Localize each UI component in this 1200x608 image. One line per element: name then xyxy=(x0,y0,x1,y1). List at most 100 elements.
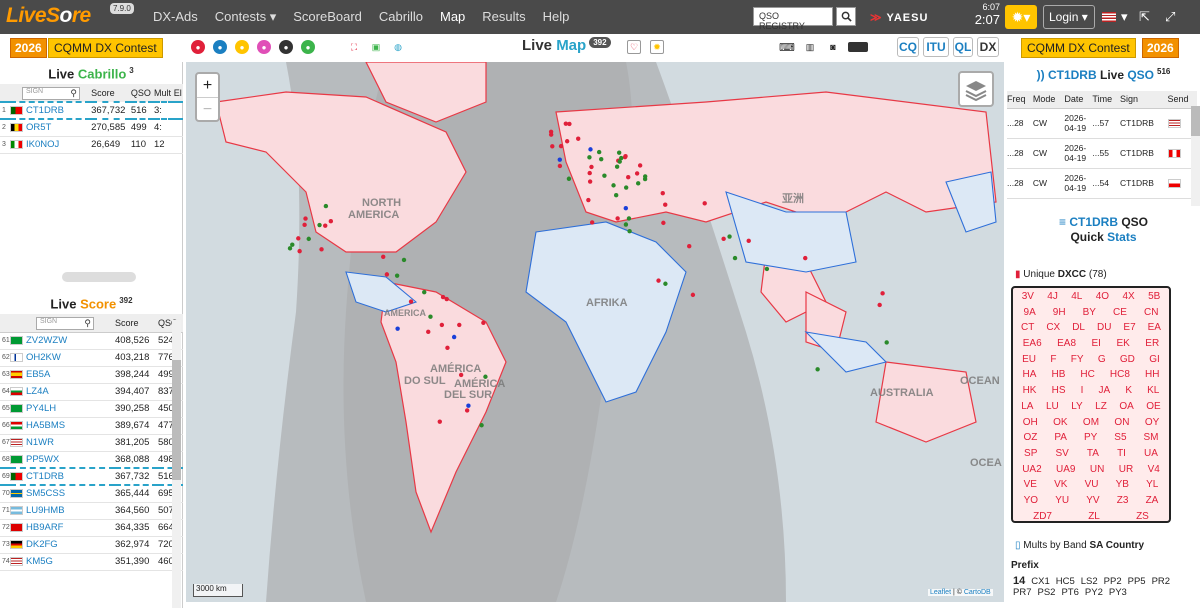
dxcc-entity[interactable]: K xyxy=(1125,385,1132,401)
table-row[interactable]: 63 EB5A 398,244 499 xyxy=(0,366,183,384)
station-marker[interactable] xyxy=(381,254,386,259)
globe-icon[interactable]: ◍ xyxy=(391,40,405,54)
station-marker[interactable] xyxy=(613,192,619,198)
qso-registry-input[interactable]: QSO REGISTRY xyxy=(753,7,833,31)
station-marker[interactable] xyxy=(663,202,668,207)
dxcc-entity[interactable]: ON xyxy=(1114,417,1129,433)
station-marker[interactable] xyxy=(626,174,631,180)
dxcc-entity[interactable]: FY xyxy=(1071,354,1084,370)
dxcc-entity[interactable]: Z3 xyxy=(1117,495,1129,511)
dxcc-entity[interactable]: OY xyxy=(1145,417,1159,433)
filter-green-icon[interactable]: ● xyxy=(301,40,315,54)
filter-blue-icon[interactable]: ● xyxy=(213,40,227,54)
menu-cabrillo[interactable]: Cabrillo xyxy=(379,9,423,25)
filter-pink-icon[interactable]: ● xyxy=(257,40,271,54)
dxcc-entity[interactable]: HA xyxy=(1023,369,1037,385)
cabrillo-sign-input[interactable]: SIGN ⚲ xyxy=(22,87,80,100)
contest-name-left[interactable]: CQMM DX Contest xyxy=(48,38,163,58)
station-marker[interactable] xyxy=(567,121,572,127)
station-marker[interactable] xyxy=(803,255,808,261)
dxcc-entity[interactable]: CN xyxy=(1144,307,1158,323)
search-icon[interactable] xyxy=(836,7,856,26)
sun-icon[interactable]: ✹ xyxy=(650,40,664,54)
menu-scoreboard[interactable]: ScoreBoard xyxy=(293,9,362,25)
canada-flag-icon[interactable]: ▥ xyxy=(801,40,819,54)
prefix-item[interactable]: CX1 xyxy=(1031,576,1049,587)
dxcc-entity[interactable]: LA xyxy=(1021,401,1033,417)
station-marker[interactable] xyxy=(642,174,648,179)
station-marker[interactable] xyxy=(586,197,591,203)
station-marker[interactable] xyxy=(602,173,607,178)
zoom-out-button[interactable]: − xyxy=(197,97,218,120)
map-canvas[interactable]: NORTH AMERICA AMERICA AMÉRICA DO SUL AMÉ… xyxy=(186,62,1004,602)
station-marker[interactable] xyxy=(481,320,486,326)
station-marker[interactable] xyxy=(319,247,324,252)
prefix-item[interactable]: PR2 xyxy=(1152,576,1170,587)
dxcc-entity[interactable]: 4X xyxy=(1122,291,1134,307)
station-marker[interactable] xyxy=(428,314,433,319)
station-marker[interactable] xyxy=(721,236,726,242)
station-marker[interactable] xyxy=(422,289,427,295)
station-marker[interactable] xyxy=(323,203,329,209)
dxcc-entity[interactable]: OA xyxy=(1119,401,1133,417)
table-row[interactable]: 66 HA5BMS 389,674 477 xyxy=(0,417,183,435)
station-marker[interactable] xyxy=(596,149,602,155)
prefix-item[interactable]: PP5 xyxy=(1128,576,1146,587)
dxcc-entity[interactable]: TI xyxy=(1117,448,1126,464)
dxcc-entity[interactable]: KL xyxy=(1147,385,1159,401)
dxcc-entity[interactable]: 5B xyxy=(1148,291,1160,307)
table-row[interactable]: 70 SM5CSS 365,444 695 xyxy=(0,485,183,503)
fullscreen-icon[interactable]: ⤢ xyxy=(1165,9,1175,25)
dxcc-entity[interactable]: EI xyxy=(1092,338,1101,354)
qso-row[interactable]: ...28 CW 2026-04-19 ...57 CT1DRB xyxy=(1007,108,1197,139)
dropdown-caret-icon[interactable]: ▾ xyxy=(1121,9,1128,25)
station-marker[interactable] xyxy=(323,223,328,228)
dxcc-entity[interactable]: VU xyxy=(1085,479,1099,495)
station-marker[interactable] xyxy=(764,266,770,272)
filter-dx-button[interactable]: DX xyxy=(977,37,999,57)
dxcc-entity[interactable]: GD xyxy=(1120,354,1135,370)
dxcc-entity[interactable]: YU xyxy=(1055,495,1069,511)
station-marker[interactable] xyxy=(884,340,889,345)
station-marker[interactable] xyxy=(615,216,620,221)
station-marker[interactable] xyxy=(328,219,334,224)
dxcc-entity[interactable]: YV xyxy=(1086,495,1099,511)
score-scrollbar[interactable] xyxy=(172,320,181,608)
table-row[interactable]: 73 DK2FG 362,974 720 xyxy=(0,536,183,554)
station-marker[interactable] xyxy=(464,408,470,413)
station-marker[interactable] xyxy=(317,222,322,228)
prefix-item[interactable]: PS2 xyxy=(1037,587,1055,598)
station-marker[interactable] xyxy=(557,163,563,169)
station-marker[interactable] xyxy=(611,183,616,188)
station-marker[interactable] xyxy=(297,248,302,254)
station-marker[interactable] xyxy=(656,278,661,283)
dxcc-entity[interactable]: OK xyxy=(1053,417,1067,433)
dxcc-entity[interactable]: ZD7 xyxy=(1033,511,1052,527)
dxcc-entity[interactable]: S5 xyxy=(1114,432,1126,448)
dxcc-entity[interactable]: SM xyxy=(1144,432,1159,448)
dxcc-entity[interactable]: ZS xyxy=(1136,511,1149,527)
station-marker[interactable] xyxy=(576,136,581,141)
station-marker[interactable] xyxy=(623,206,629,211)
dxcc-entity[interactable]: 4O xyxy=(1096,291,1109,307)
menu-dx-ads[interactable]: DX-Ads xyxy=(153,9,198,25)
dxcc-entity[interactable]: HB xyxy=(1051,369,1065,385)
station-marker[interactable] xyxy=(637,163,643,168)
dxcc-entity[interactable]: F xyxy=(1050,354,1056,370)
dxcc-entity[interactable]: ER xyxy=(1145,338,1159,354)
station-marker[interactable] xyxy=(445,345,450,351)
dxcc-entity[interactable]: 4L xyxy=(1071,291,1082,307)
dxcc-entity[interactable]: VE xyxy=(1024,479,1037,495)
station-marker[interactable] xyxy=(408,299,414,304)
station-marker[interactable] xyxy=(702,201,707,206)
dxcc-entity[interactable]: CT xyxy=(1021,322,1034,338)
station-marker[interactable] xyxy=(440,294,446,300)
table-row[interactable]: 65 PY4LH 390,258 450 xyxy=(0,400,183,418)
station-marker[interactable] xyxy=(623,185,629,190)
filter-red-icon[interactable]: ● xyxy=(191,40,205,54)
station-marker[interactable] xyxy=(303,216,308,221)
world-map[interactable]: NORTH AMERICA AMERICA AMÉRICA DO SUL AMÉ… xyxy=(186,62,1004,602)
station-marker[interactable] xyxy=(627,228,632,234)
dxcc-entity[interactable]: YL xyxy=(1146,479,1158,495)
dxcc-entity[interactable]: E7 xyxy=(1123,322,1135,338)
